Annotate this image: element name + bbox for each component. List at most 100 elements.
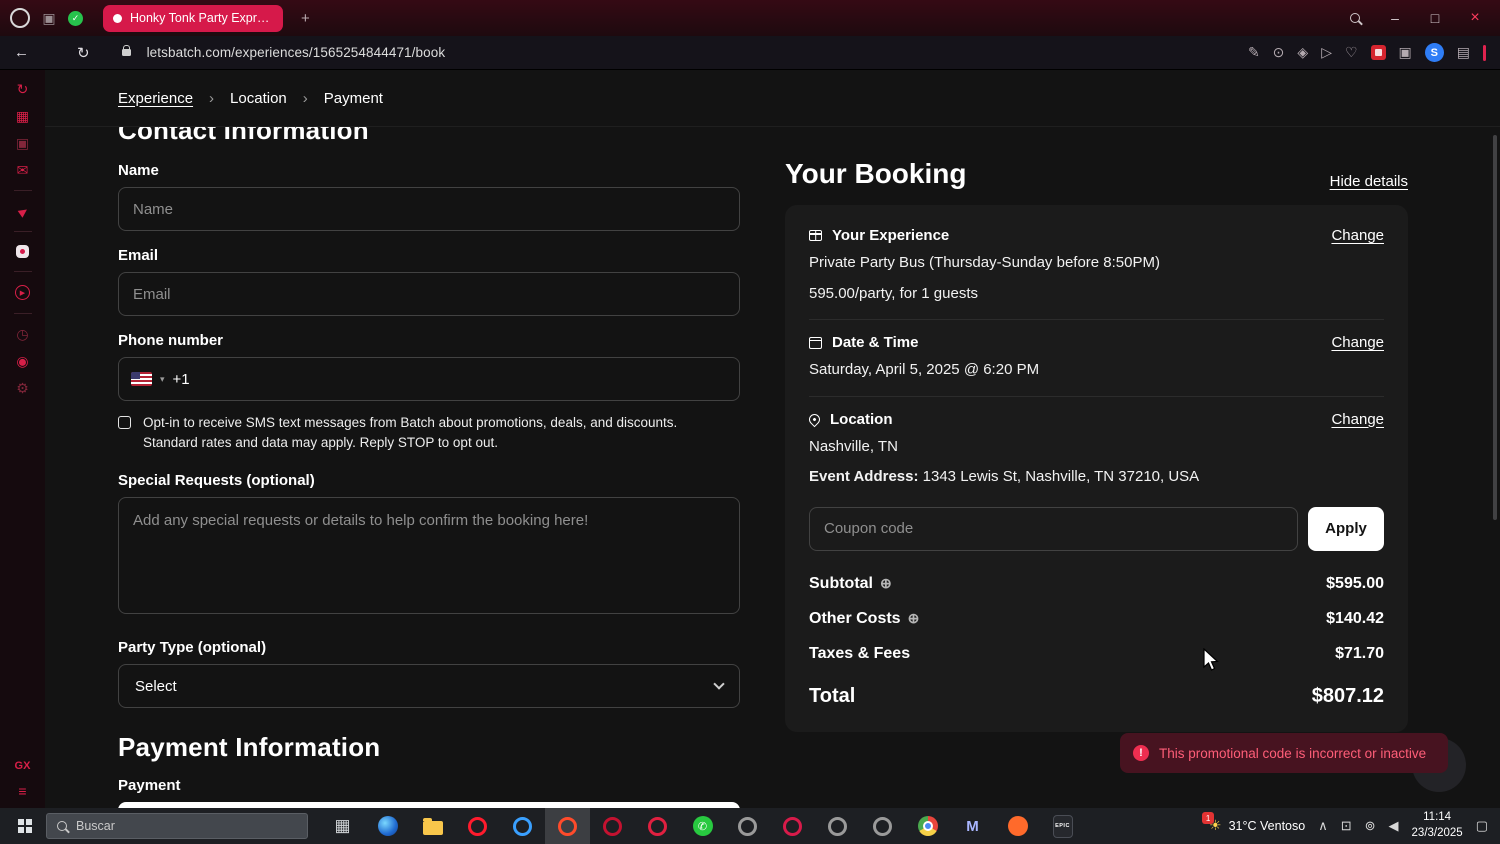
experience-row: Your Experience Change — [809, 227, 1384, 244]
m-app[interactable]: M — [950, 808, 995, 844]
opera-red-app[interactable] — [455, 808, 500, 844]
party-type-label: Party Type (optional) — [118, 639, 267, 657]
change-location-link[interactable]: Change — [1331, 411, 1384, 428]
notification-center-icon[interactable]: ▢ — [1476, 818, 1488, 834]
breadcrumb-payment: Payment — [323, 89, 383, 107]
apply-button[interactable]: Apply — [1308, 506, 1384, 551]
name-input[interactable] — [118, 187, 740, 231]
optin-line2: Standard rates and data may apply. Reply… — [143, 434, 498, 450]
file-explorer-app[interactable] — [410, 808, 455, 844]
speed-dial-icon[interactable]: ▦ — [16, 109, 29, 123]
search-icon — [57, 821, 67, 831]
snapshot-icon[interactable]: ⊙ — [1273, 44, 1285, 61]
play-icon[interactable]: ▶ — [15, 285, 30, 300]
whatsapp-app[interactable]: ✆ — [680, 808, 725, 844]
optin-checkbox[interactable] — [118, 416, 131, 429]
party-type-value: Select — [135, 677, 177, 695]
epic-icon: EPIC — [1052, 814, 1073, 838]
snapshot-panel-icon[interactable]: ▣ — [16, 136, 29, 150]
share-icon[interactable]: ✎ — [1248, 44, 1260, 61]
opera-blue-icon — [513, 816, 532, 836]
minimize-button[interactable]: – — [1380, 4, 1410, 32]
opera-gx-logo[interactable] — [10, 8, 30, 28]
crimson-ring-app[interactable] — [770, 808, 815, 844]
orange-app[interactable] — [995, 808, 1040, 844]
new-tab-button[interactable]: + — [301, 10, 310, 27]
equalizer-icon[interactable]: ≡ — [18, 784, 26, 798]
close-button[interactable]: × — [1460, 4, 1490, 32]
vpn-badge-icon[interactable]: ◈ — [1297, 44, 1308, 61]
gray-ring-app-1[interactable] — [725, 808, 770, 844]
back-icon[interactable]: ← — [14, 44, 29, 61]
extension-icon[interactable] — [1370, 45, 1386, 60]
weather-widget[interactable]: ☀ 1 31°C Ventoso — [1202, 812, 1306, 835]
gift-icon — [809, 230, 822, 241]
coupon-input[interactable] — [809, 506, 1298, 551]
email-input[interactable] — [118, 272, 740, 316]
epic-games-app[interactable]: EPIC — [1040, 808, 1085, 844]
task-view-icon: ▦ — [334, 816, 351, 835]
opera-gx-app-active[interactable] — [545, 808, 590, 844]
weather-text: 31°C Ventoso — [1228, 819, 1306, 833]
opera-blue-app[interactable] — [500, 808, 545, 844]
panels-icon[interactable]: ▤ — [1457, 44, 1470, 61]
maximize-button[interactable]: □ — [1420, 4, 1450, 32]
experience-name: Private Party Bus (Thursday-Sunday befor… — [809, 254, 1160, 271]
other-costs-value: $140.42 — [1326, 609, 1384, 627]
taskbar-search[interactable]: Buscar — [46, 813, 308, 839]
edge-app[interactable] — [365, 808, 410, 844]
gray-ring-app-3[interactable] — [860, 808, 905, 844]
gray-ring-app-2[interactable] — [815, 808, 860, 844]
breadcrumb-location[interactable]: Location — [230, 90, 287, 107]
start-button[interactable] — [6, 808, 44, 844]
gx-sidebar-bottom: GX ≡ — [15, 760, 31, 798]
payment-label: Payment — [118, 777, 181, 795]
address-bar[interactable]: letsbatch.com/experiences/1565254844471/… — [147, 45, 446, 60]
task-view-button[interactable]: ▦ — [320, 808, 365, 844]
chevron-down-icon[interactable]: ▾ — [160, 374, 165, 385]
opera-red2-app[interactable] — [635, 808, 680, 844]
send-icon[interactable]: ▷ — [1321, 44, 1332, 61]
speaker-icon[interactable]: ◀ — [1389, 818, 1399, 834]
display-icon[interactable]: ⊡ — [1341, 818, 1352, 834]
magnifier-icon — [1350, 13, 1360, 23]
us-flag-icon[interactable] — [131, 372, 152, 386]
phone-input[interactable]: ▾ +1 — [118, 357, 740, 401]
orange-app-icon — [1007, 816, 1028, 836]
change-datetime-link[interactable]: Change — [1331, 334, 1384, 351]
discord-icon[interactable]: ◉ — [16, 354, 28, 368]
reload-icon[interactable]: ↻ — [77, 44, 90, 62]
cube-icon[interactable]: ▣ — [1399, 44, 1412, 61]
profile-avatar[interactable]: S — [1424, 43, 1444, 62]
chrome-app[interactable] — [905, 808, 950, 844]
card-number-placeholder[interactable]: Número de tarjeta — [162, 807, 282, 808]
info-icon[interactable]: ⊕ — [908, 610, 920, 627]
sync-check-icon[interactable]: ✓ — [68, 10, 83, 26]
card-cvc-placeholder[interactable]: CVC — [689, 807, 721, 808]
change-experience-link[interactable]: Change — [1331, 227, 1384, 244]
breadcrumb-experience[interactable]: Experience — [118, 90, 193, 107]
network-icon[interactable]: ⊚ — [1365, 818, 1376, 834]
browser-tab[interactable]: Honky Tonk Party Express — [103, 4, 283, 32]
taskbar-clock[interactable]: 11:14 23/3/2025 — [1412, 810, 1463, 841]
opera-darkred-app[interactable] — [590, 808, 635, 844]
mail-icon[interactable]: ✉ — [17, 163, 29, 177]
info-icon[interactable]: ⊕ — [880, 575, 892, 592]
system-tray: ☀ 1 31°C Ventoso ∧ ⊡ ⊚ ◀ 11:14 23/3/2025… — [1202, 810, 1494, 841]
history-icon[interactable]: ◷ — [16, 327, 28, 341]
scrollbar-thumb[interactable] — [1493, 135, 1497, 520]
tray-chevron-icon[interactable]: ∧ — [1318, 818, 1328, 834]
messenger-icon[interactable] — [16, 245, 29, 258]
special-requests-textarea[interactable] — [118, 497, 740, 615]
card-exp-placeholder[interactable]: MM / AA — [614, 807, 671, 808]
card-input[interactable]: Número de tarjeta MM / AA CVC — [118, 802, 740, 808]
lock-icon[interactable] — [121, 45, 131, 56]
hide-details-link[interactable]: Hide details — [1330, 173, 1408, 190]
settings-gear-icon[interactable]: ⚙ — [16, 381, 29, 395]
gx-refresh-icon[interactable]: ↻ — [17, 82, 29, 96]
pointer-icon[interactable]: ► — [12, 200, 33, 221]
media-player-icon[interactable]: ▣ — [40, 10, 58, 27]
search-icon[interactable] — [1340, 4, 1370, 32]
party-type-select[interactable]: Select — [118, 664, 740, 709]
bookmark-heart-icon[interactable]: ♡ — [1345, 44, 1358, 61]
